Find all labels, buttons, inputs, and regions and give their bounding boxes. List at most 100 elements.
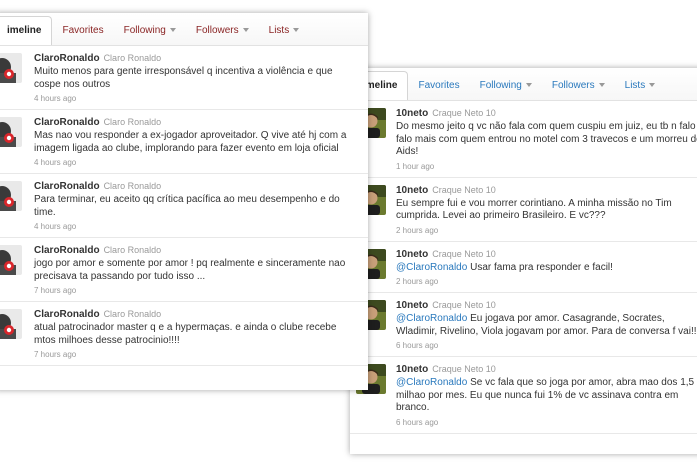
tweet-header: ClaroRonaldo Claro Ronaldo [34, 308, 360, 321]
tweet-mention-link[interactable]: @ClaroRonaldo [396, 377, 467, 388]
avatar[interactable] [0, 117, 22, 147]
tweet-username[interactable]: 10neto [396, 364, 428, 375]
tweet-username[interactable]: 10neto [396, 185, 428, 196]
tweet-body: Do mesmo jeito q vc não fala com quem cu… [396, 121, 697, 157]
tweet-display-name: Claro Ronaldo [103, 53, 162, 63]
tweet-body: Para terminar, eu aceito qq crítica pací… [34, 194, 340, 218]
tweet-username[interactable]: ClaroRonaldo [34, 181, 100, 192]
tab-label: Followers [195, 25, 239, 36]
tweet-timestamp[interactable]: 6 hours ago [396, 418, 697, 428]
tweet-timestamp[interactable]: 2 hours ago [396, 277, 697, 287]
right-twitter-panel: imeline Favorites Following Followers Li… [350, 68, 697, 454]
right-tab-lists[interactable]: Lists [615, 80, 666, 100]
right-tab-following[interactable]: Following [470, 80, 542, 100]
tweet-text: @ClaroRonaldo Eu jogava por amor. Casagr… [396, 313, 697, 338]
tweet-header: 10neto Craque Neto 10 [396, 363, 697, 376]
tweet-display-name: Claro Ronaldo [103, 245, 162, 255]
tweet-body: atual patrocinador master q e a hypermaç… [34, 322, 337, 346]
tweet-timestamp[interactable]: 4 hours ago [34, 94, 360, 104]
tab-label: Followers [551, 80, 595, 91]
tweet-header: 10neto Craque Neto 10 [396, 248, 697, 261]
avatar[interactable] [0, 53, 22, 83]
tab-label: Following [479, 80, 522, 91]
tweet-body: Eu sempre fui e vou morrer corintiano. A… [396, 197, 672, 222]
tweet-display-name: Claro Ronaldo [103, 309, 162, 319]
chevron-down-icon [169, 28, 176, 33]
left-timeline: ClaroRonaldo Claro Ronaldo Muito menos par… [0, 46, 368, 366]
tweet-text: Para terminar, eu aceito qq crítica pací… [34, 194, 360, 219]
tweet-timestamp[interactable]: 4 hours ago [34, 222, 360, 232]
tweet-timestamp[interactable]: 7 hours ago [34, 350, 360, 360]
tweet-username[interactable]: 10neto [396, 249, 428, 260]
tweet-mention-link[interactable]: @ClaroRonaldo [396, 313, 467, 324]
tab-label: Lists [624, 80, 646, 91]
tweet-text: @ClaroRonaldo Usar fama pra responder e … [396, 262, 697, 275]
tweet-display-name: Craque Neto 10 [432, 300, 496, 310]
tweet-timestamp[interactable]: 4 hours ago [34, 158, 360, 168]
tweet-text: jogo por amor e somente por amor ! pq re… [34, 258, 360, 283]
tweet-text: Muito menos para gente irresponsável q i… [34, 66, 360, 91]
tweet-timestamp[interactable]: 7 hours ago [34, 286, 360, 296]
tweet-text: Do mesmo jeito q vc não fala com quem cu… [396, 121, 697, 159]
right-tab-bar: imeline Favorites Following Followers Li… [350, 68, 697, 101]
left-tab-following[interactable]: Following [114, 25, 186, 45]
tab-label: Following [123, 25, 166, 36]
tweet-item: 10neto Craque Neto 10 @ClaroRonaldo Usar f… [350, 242, 697, 293]
chevron-down-icon [242, 28, 249, 33]
left-tab-followers[interactable]: Followers [186, 25, 259, 45]
tweet-header: 10neto Craque Neto 10 [396, 107, 697, 120]
tweet-mention-link[interactable]: @ClaroRonaldo [396, 262, 467, 273]
tweet-timestamp[interactable]: 2 hours ago [396, 226, 697, 236]
tweet-username[interactable]: 10neto [396, 108, 428, 119]
left-twitter-panel: imeline Favorites Following Followers Li… [0, 13, 368, 390]
tweet-text: Eu sempre fui e vou morrer corintiano. A… [396, 198, 697, 223]
tweet-body: Mas nao vou responder a ex-jogador aprov… [34, 130, 347, 154]
left-tab-timeline[interactable]: imeline [0, 16, 53, 45]
tweet-text: @ClaroRonaldo Se vc fala que so joga por… [396, 377, 697, 415]
tweet-username[interactable]: ClaroRonaldo [34, 53, 100, 64]
tweet-header: 10neto Craque Neto 10 [396, 184, 697, 197]
tweet-item: 10neto Craque Neto 10 @ClaroRonaldo Eu jog… [350, 293, 697, 357]
tweet-item: ClaroRonaldo Claro Ronaldo jogo por amor e… [0, 238, 368, 302]
avatar[interactable] [0, 181, 22, 211]
tweet-header: ClaroRonaldo Claro Ronaldo [34, 52, 360, 65]
tweet-header: ClaroRonaldo Claro Ronaldo [34, 180, 360, 193]
avatar[interactable] [0, 245, 22, 275]
tweet-item: ClaroRonaldo Claro Ronaldo atual patrocina… [0, 302, 368, 366]
left-tab-favorites[interactable]: Favorites [52, 25, 113, 45]
chevron-down-icon [525, 83, 532, 88]
tweet-display-name: Craque Neto 10 [432, 248, 496, 259]
tweet-header: 10neto Craque Neto 10 [396, 299, 697, 312]
tweet-text: atual patrocinador master q e a hypermaç… [34, 322, 360, 347]
tweet-display-name: Claro Ronaldo [103, 181, 162, 191]
tweet-timestamp[interactable]: 1 hour ago [396, 162, 697, 172]
tweet-item: ClaroRonaldo Claro Ronaldo Para terminar, … [0, 174, 368, 238]
right-timeline: 10neto Craque Neto 10 Do mesmo jeito q vc … [350, 101, 697, 434]
tweet-timestamp[interactable]: 6 hours ago [396, 341, 697, 351]
right-tab-followers[interactable]: Followers [542, 80, 615, 100]
tweet-display-name: Claro Ronaldo [103, 117, 162, 127]
tweet-username[interactable]: ClaroRonaldo [34, 117, 100, 128]
tweet-username[interactable]: 10neto [396, 300, 428, 311]
tweet-text: Mas nao vou responder a ex-jogador aprov… [34, 130, 360, 155]
tweet-item: 10neto Craque Neto 10 @ClaroRonaldo Se vc … [350, 357, 697, 434]
tweet-display-name: Craque Neto 10 [432, 108, 496, 118]
tweet-body: Usar fama pra responder e facil! [467, 261, 613, 273]
tweet-item: ClaroRonaldo Claro Ronaldo Mas nao vou res… [0, 110, 368, 174]
tweet-body: jogo por amor e somente por amor ! pq re… [34, 258, 346, 282]
tweet-header: ClaroRonaldo Claro Ronaldo [34, 244, 360, 257]
tweet-body: Muito menos para gente irresponsável q i… [34, 66, 333, 90]
left-tab-lists[interactable]: Lists [259, 25, 310, 45]
tweet-username[interactable]: ClaroRonaldo [34, 245, 100, 256]
left-tab-bar: imeline Favorites Following Followers Li… [0, 13, 368, 46]
tweet-item: 10neto Craque Neto 10 Eu sempre fui e vou … [350, 178, 697, 242]
tweet-item: 10neto Craque Neto 10 Do mesmo jeito q vc … [350, 101, 697, 178]
chevron-down-icon [598, 83, 605, 88]
chevron-down-icon [293, 28, 300, 33]
tweet-display-name: Craque Neto 10 [432, 364, 496, 374]
right-tab-favorites[interactable]: Favorites [408, 80, 469, 100]
avatar[interactable] [0, 309, 22, 339]
tweet-display-name: Craque Neto 10 [432, 184, 496, 195]
tweet-username[interactable]: ClaroRonaldo [34, 309, 100, 320]
tweet-item: ClaroRonaldo Claro Ronaldo Muito menos par… [0, 46, 368, 110]
